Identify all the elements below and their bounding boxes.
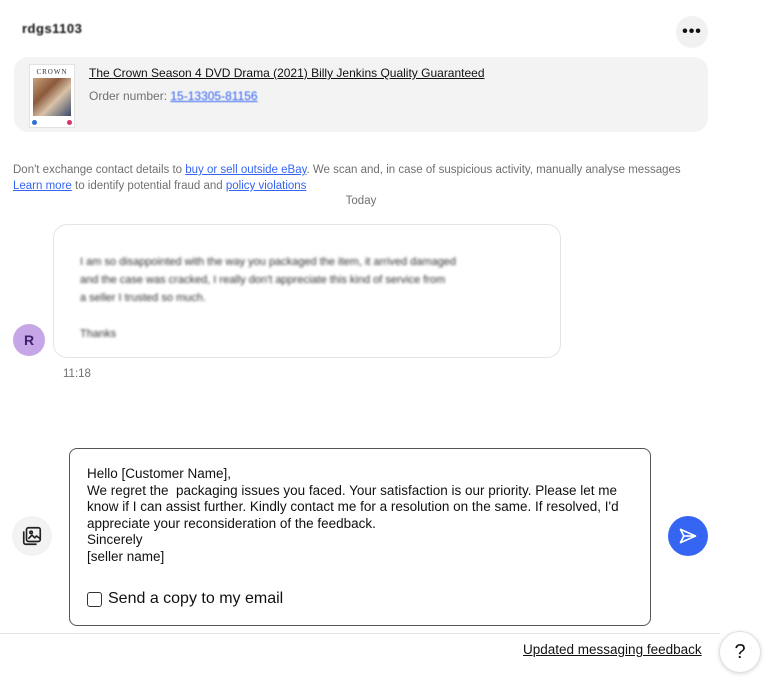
image-gallery-icon	[22, 526, 42, 546]
order-number-link[interactable]: 15-13305-81156	[170, 89, 257, 103]
send-button[interactable]	[668, 516, 708, 556]
message-compose-box[interactable]: Hello [Customer Name], We regret the pac…	[69, 448, 651, 626]
thumbnail-title: CROWN	[36, 68, 68, 76]
policy-violations-link[interactable]: policy violations	[226, 180, 307, 192]
item-thumbnail[interactable]: CROWN	[29, 64, 75, 128]
notice-text: . We scan and, in case of suspicious act…	[306, 164, 681, 176]
item-title-link[interactable]: The Crown Season 4 DVD Drama (2021) Bill…	[89, 66, 485, 80]
ellipsis-icon: •••	[682, 23, 702, 40]
question-icon: ?	[734, 640, 746, 663]
message-text: I am so disappointed with the way you pa…	[80, 256, 457, 340]
day-separator: Today	[345, 195, 377, 207]
order-line: Order number: 15-13305-81156	[89, 89, 258, 103]
learn-more-link[interactable]: Learn more	[13, 180, 72, 192]
notice-text: Don't exchange contact details to	[13, 164, 186, 176]
message-timestamp: 11:18	[63, 368, 91, 380]
message-bubble: I am so disappointed with the way you pa…	[53, 224, 561, 358]
notice-text: to identify potential fraud and	[71, 180, 226, 192]
footer-divider	[0, 633, 720, 634]
order-label: Order number:	[89, 89, 168, 103]
thumbnail-dot	[32, 120, 37, 125]
thumbnail-image	[33, 78, 71, 116]
avatar: R	[13, 324, 45, 356]
send-icon	[679, 528, 697, 544]
buy-sell-outside-link[interactable]: buy or sell outside eBay	[185, 164, 306, 176]
send-copy-label[interactable]: Send a copy to my email	[108, 590, 283, 608]
item-card[interactable]: CROWN The Crown Season 4 DVD Drama (2021…	[14, 57, 708, 132]
username: rdgs1103	[22, 21, 83, 36]
attach-photo-button[interactable]	[12, 516, 52, 556]
safety-notice: Don't exchange contact details to buy or…	[13, 162, 733, 194]
more-options-button[interactable]: •••	[676, 16, 708, 48]
header: rdgs1103	[22, 20, 708, 40]
messaging-feedback-link[interactable]: Updated messaging feedback	[523, 642, 702, 657]
thumbnail-dot	[67, 120, 72, 125]
send-copy-option[interactable]: Send a copy to my email	[87, 590, 283, 608]
message-input[interactable]: Hello [Customer Name], We regret the pac…	[87, 466, 643, 565]
help-button[interactable]: ?	[719, 631, 761, 673]
send-copy-checkbox[interactable]	[87, 591, 102, 607]
